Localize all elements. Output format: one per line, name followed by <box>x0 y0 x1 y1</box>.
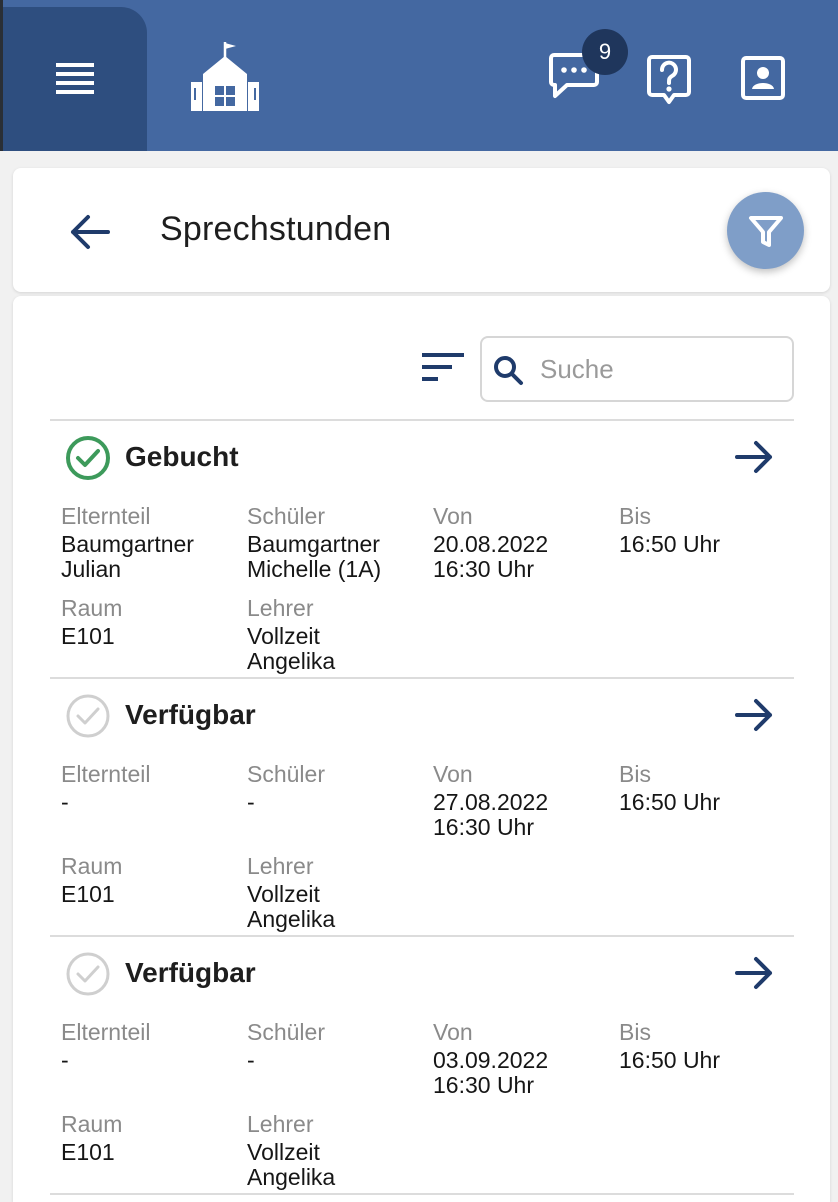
check-circle-available-icon <box>66 694 110 738</box>
from-value: 03.09.2022 16:30 Uhr <box>433 1047 549 1098</box>
to-field: Bis 16:50 Uhr <box>619 761 799 815</box>
from-field: Von 03.09.2022 16:30 Uhr <box>433 1019 613 1098</box>
search-input[interactable] <box>540 348 780 390</box>
room-value: E101 <box>61 623 115 649</box>
arrow-right-icon[interactable] <box>734 695 774 735</box>
teacher-field: Lehrer Vollzeit Angelika <box>247 595 427 674</box>
student-field: Schüler Baumgartner Michelle (1A) <box>247 503 427 582</box>
to-label: Bis <box>619 761 651 787</box>
teacher-field: Lehrer Vollzeit Angelika <box>247 853 427 932</box>
to-value: 16:50 Uhr <box>619 531 721 557</box>
parent-label: Elternteil <box>61 761 151 787</box>
menu-lines-icon <box>56 63 94 94</box>
teacher-label: Lehrer <box>247 853 314 879</box>
menu-button[interactable] <box>3 7 147 151</box>
parent-value: - <box>61 1047 69 1073</box>
from-label: Von <box>433 503 473 529</box>
student-label: Schüler <box>247 761 325 787</box>
search-field[interactable] <box>480 336 794 402</box>
check-circle-booked-icon <box>66 436 110 480</box>
teacher-field: Lehrer Vollzeit Angelika <box>247 1111 427 1190</box>
from-label: Von <box>433 1019 473 1045</box>
teacher-value: Vollzeit Angelika <box>247 1139 336 1190</box>
appointment-item[interactable]: Verfügbar Elternteil - Schüler - Von 27.… <box>50 677 794 935</box>
teacher-value: Vollzeit Angelika <box>247 623 336 674</box>
parent-value: - <box>61 789 69 815</box>
parent-label: Elternteil <box>61 1019 151 1045</box>
room-value: E101 <box>61 1139 115 1165</box>
from-label: Von <box>433 761 473 787</box>
to-label: Bis <box>619 503 651 529</box>
parent-value: Baumgartner Julian <box>61 531 194 582</box>
page-title: Sprechstunden <box>160 210 392 248</box>
parent-field: Elternteil Baumgartner Julian <box>61 503 241 582</box>
parent-label: Elternteil <box>61 503 151 529</box>
from-field: Von 27.08.2022 16:30 Uhr <box>433 761 613 840</box>
app-header: 9 <box>0 0 838 151</box>
to-field: Bis 16:50 Uhr <box>619 1019 799 1073</box>
contact-card-icon[interactable] <box>741 56 785 100</box>
parent-field: Elternteil - <box>61 761 241 815</box>
room-field: Raum E101 <box>61 1111 241 1165</box>
to-field: Bis 16:50 Uhr <box>619 503 799 557</box>
status-label: Verfügbar <box>125 699 256 730</box>
room-field: Raum E101 <box>61 595 241 649</box>
teacher-label: Lehrer <box>247 1111 314 1137</box>
room-label: Raum <box>61 1111 123 1137</box>
arrow-right-icon[interactable] <box>734 437 774 477</box>
from-value: 20.08.2022 16:30 Uhr <box>433 531 549 582</box>
funnel-filter-icon <box>748 215 783 247</box>
to-label: Bis <box>619 1019 651 1045</box>
magnifier-icon <box>494 356 523 385</box>
from-value: 27.08.2022 16:30 Uhr <box>433 789 549 840</box>
room-label: Raum <box>61 595 123 621</box>
student-field: Schüler - <box>247 761 427 815</box>
teacher-label: Lehrer <box>247 595 314 621</box>
room-field: Raum E101 <box>61 853 241 907</box>
help-question-icon[interactable] <box>647 54 691 106</box>
title-card: Sprechstunden <box>13 168 830 292</box>
appointments-list-card: Gebucht Elternteil BaumgartnerJulian Sch… <box>13 296 830 1202</box>
room-value: E101 <box>61 881 115 907</box>
to-value: 16:50 Uhr <box>619 1047 721 1073</box>
arrow-left-icon[interactable] <box>68 212 110 252</box>
appointment-item[interactable]: Verfügbar Elternteil - Schüler - Von 03.… <box>50 935 794 1195</box>
check-circle-available-icon <box>66 952 110 996</box>
student-value: Baumgartner Michelle (1A) <box>247 531 382 582</box>
status-label: Gebucht <box>125 441 239 472</box>
messages-badge: 9 <box>582 29 628 75</box>
student-field: Schüler - <box>247 1019 427 1073</box>
student-label: Schüler <box>247 503 325 529</box>
status-label: Verfügbar <box>125 957 256 988</box>
arrow-right-icon[interactable] <box>734 953 774 993</box>
student-value: - <box>247 789 255 815</box>
teacher-value: Vollzeit Angelika <box>247 881 336 932</box>
room-label: Raum <box>61 853 123 879</box>
sort-lines-icon[interactable] <box>422 353 466 383</box>
to-value: 16:50 Uhr <box>619 789 721 815</box>
parent-field: Elternteil - <box>61 1019 241 1073</box>
filter-button[interactable] <box>727 192 804 269</box>
school-building-icon[interactable] <box>189 40 261 112</box>
from-field: Von 20.08.2022 16:30 Uhr <box>433 503 613 582</box>
student-label: Schüler <box>247 1019 325 1045</box>
student-value: - <box>247 1047 255 1073</box>
appointment-item[interactable]: Gebucht Elternteil Baumgartner Julian Sch… <box>50 419 794 677</box>
